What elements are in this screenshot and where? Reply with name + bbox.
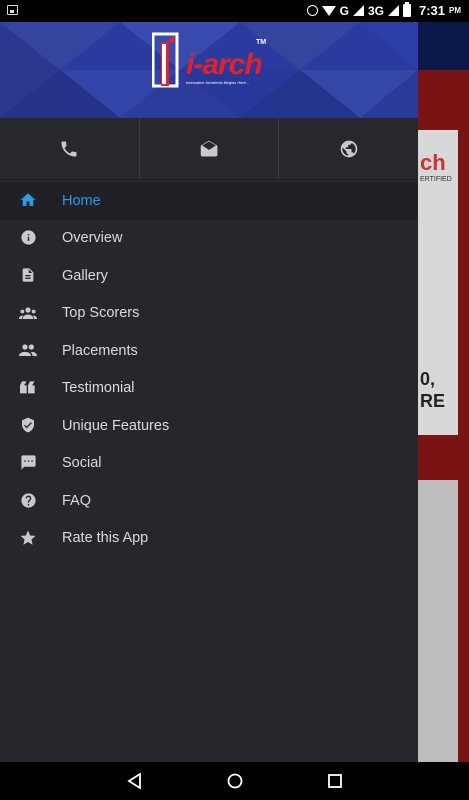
status-icons: G 3G 7:31 PM	[306, 2, 461, 18]
people-icon	[19, 341, 37, 359]
drawer-header: i-arch TM Innovative Architects Begins H…	[0, 22, 418, 118]
menu-item-label: Unique Features	[62, 417, 170, 434]
background-toolbar	[418, 22, 469, 70]
logo-mark-icon	[152, 32, 179, 88]
menu-item-gallery[interactable]: Gallery	[0, 257, 418, 295]
menu-item-overview[interactable]: Overview	[0, 220, 418, 258]
menu-item-label: Overview	[62, 230, 123, 247]
info-icon	[19, 229, 37, 247]
battery-icon	[402, 2, 411, 17]
menu-item-social[interactable]: Social	[0, 445, 418, 483]
menu-item-rate-app[interactable]: Rate this App	[0, 520, 418, 558]
back-icon	[127, 773, 141, 789]
menu-item-placements[interactable]: Placements	[0, 332, 418, 370]
network-type-label-2: 3G	[367, 3, 384, 18]
contact-actions	[0, 118, 418, 180]
menu-item-testimonial[interactable]: Testimonial	[0, 370, 418, 408]
menu-item-label: Top Scorers	[62, 305, 140, 322]
star-icon	[19, 529, 37, 547]
menu-item-label: Placements	[62, 342, 138, 359]
network-type-label: G	[339, 3, 349, 18]
clock-ampm: PM	[449, 6, 461, 15]
logo-tagline: Innovative Architects Begins Here...	[186, 80, 250, 85]
menu-item-top-scorers[interactable]: Top Scorers	[0, 295, 418, 333]
menu-item-label: Gallery	[62, 267, 108, 284]
navigation-drawer: i-arch TM Innovative Architects Begins H…	[0, 22, 418, 762]
mail-icon	[200, 140, 218, 156]
recents-icon	[328, 774, 342, 788]
menu-item-unique-features[interactable]: Unique Features	[0, 407, 418, 445]
menu-item-label: Rate this App	[62, 530, 149, 547]
menu-item-faq[interactable]: FAQ	[0, 482, 418, 520]
website-button[interactable]	[279, 118, 418, 179]
shield-check-icon	[19, 416, 37, 434]
home-circle-icon	[227, 773, 243, 789]
menu-item-label: Home	[62, 192, 101, 209]
menu-item-label: Social	[62, 455, 102, 472]
quote-icon	[19, 379, 37, 397]
status-bar: G 3G 7:31 PM	[0, 0, 469, 22]
menu-item-home[interactable]: Home	[0, 182, 418, 220]
chat-icon	[19, 454, 37, 472]
menu-item-label: FAQ	[62, 492, 92, 509]
signal-icon	[352, 5, 364, 16]
document-icon	[19, 266, 37, 284]
call-button[interactable]	[0, 118, 140, 179]
background-card-subtitle: ERTIFIED	[420, 176, 452, 183]
wifi-icon	[321, 5, 336, 16]
background-card-2	[418, 480, 458, 762]
email-button[interactable]	[140, 118, 280, 179]
background-card-title: ch	[420, 150, 446, 175]
group-icon	[19, 304, 37, 322]
system-navigation-bar	[0, 762, 469, 800]
help-icon	[19, 491, 37, 509]
back-button[interactable]	[124, 770, 146, 792]
home-nav-button[interactable]	[224, 770, 246, 792]
logo-text: i-arch	[186, 48, 263, 81]
phone-icon	[61, 141, 77, 156]
globe-icon	[340, 140, 358, 157]
signal-icon-2	[387, 5, 399, 16]
recents-button[interactable]	[324, 770, 346, 792]
alarm-icon	[306, 5, 318, 16]
drawer-menu: Home Overview Gallery Top Scorers Placem…	[0, 182, 418, 557]
clock: 7:31	[418, 3, 445, 18]
background-card: ch ERTIFIED 0, RE	[418, 130, 458, 435]
app-logo: i-arch TM Innovative Architects Begins H…	[152, 30, 268, 90]
menu-item-label: Testimonial	[62, 380, 135, 397]
logo-trademark: TM	[256, 39, 267, 46]
home-icon	[19, 191, 37, 209]
background-app[interactable]: ch ERTIFIED 0, RE	[418, 22, 469, 762]
screenshot-notification-icon	[7, 5, 18, 15]
background-card-text: 0, RE	[420, 369, 446, 411]
